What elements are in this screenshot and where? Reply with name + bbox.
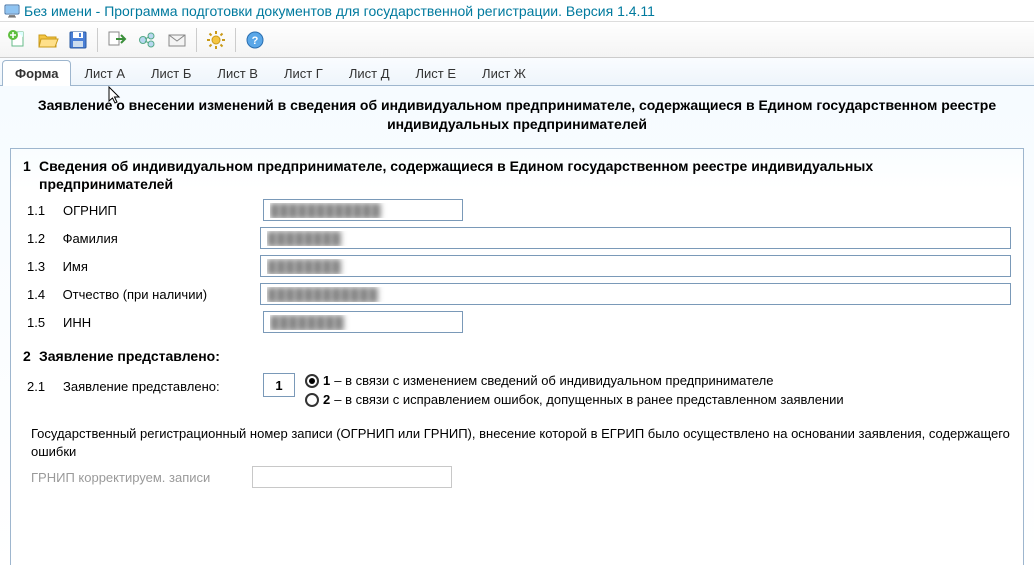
option-key: 2 <box>323 392 330 407</box>
field-label: ИНН <box>63 315 263 330</box>
field-number: 1.2 <box>27 231 63 246</box>
radio-icon <box>305 393 319 407</box>
field-ogrnip-row: 1.1 ОГРНИП <box>27 199 1011 221</box>
reason-code-box[interactable]: 1 <box>263 373 295 397</box>
titlebar: Без имени - Программа подготовки докумен… <box>0 0 1034 22</box>
field-number: 1.3 <box>27 259 63 274</box>
patronymic-input[interactable] <box>260 283 1011 305</box>
mail-icon <box>166 29 188 51</box>
toolbar-separator <box>97 28 98 52</box>
svg-text:?: ? <box>252 35 259 47</box>
new-file-icon <box>7 29 29 51</box>
settings-icon <box>205 29 227 51</box>
field-label: Фамилия <box>63 231 261 246</box>
field-label: Отчество (при наличии) <box>63 287 261 302</box>
application-reason-row: 2.1 Заявление представлено: 1 1 – в связ… <box>27 373 1011 407</box>
radio-icon <box>305 374 319 388</box>
tab-list-e[interactable]: Лист Е <box>403 60 470 86</box>
toolbar-separator <box>235 28 236 52</box>
toolbar: ? <box>0 22 1034 58</box>
mail-button[interactable] <box>163 26 191 54</box>
field-number: 1.5 <box>27 315 63 330</box>
section-2-header: 2 Заявление представлено: <box>23 347 1011 365</box>
section-title: Сведения об индивидуальном предпринимате… <box>39 157 1011 193</box>
grnip-note: Государственный регистрационный номер за… <box>31 425 1011 460</box>
tab-forma[interactable]: Форма <box>2 60 71 86</box>
send-icon <box>136 29 158 51</box>
section-number: 1 <box>23 157 39 193</box>
app-monitor-icon <box>4 3 20 19</box>
field-number: 1.4 <box>27 287 63 302</box>
section-title: Заявление представлено: <box>39 347 1011 365</box>
tab-list-g[interactable]: Лист Г <box>271 60 336 86</box>
ogrnip-input[interactable] <box>263 199 463 221</box>
save-icon <box>67 29 89 51</box>
tab-label: Лист Б <box>151 66 191 81</box>
firstname-input[interactable] <box>260 255 1011 277</box>
section-1-header: 1 Сведения об индивидуальном предпринима… <box>23 157 1011 193</box>
reason-option-2[interactable]: 2 – в связи с исправлением ошибок, допущ… <box>305 392 844 407</box>
grnip-disabled-label: ГРНИП корректируем. записи <box>31 470 210 485</box>
field-label: ОГРНИП <box>63 203 263 218</box>
tab-list-d[interactable]: Лист Д <box>336 60 403 86</box>
save-button[interactable] <box>64 26 92 54</box>
tab-label: Лист А <box>84 66 125 81</box>
app-window: Без имени - Программа подготовки докумен… <box>0 0 1034 565</box>
toolbar-separator <box>196 28 197 52</box>
window-title: Без имени - Программа подготовки докумен… <box>24 3 655 19</box>
tab-list-b[interactable]: Лист Б <box>138 60 204 86</box>
tab-label: Лист Д <box>349 66 390 81</box>
tab-list-zh[interactable]: Лист Ж <box>469 60 539 86</box>
field-imya-row: 1.3 Имя <box>27 255 1011 277</box>
open-folder-icon <box>37 29 59 51</box>
grnip-disabled-row: ГРНИП корректируем. записи <box>23 466 1011 488</box>
field-inn-row: 1.5 ИНН <box>27 311 1011 333</box>
tab-label: Форма <box>15 66 58 81</box>
open-button[interactable] <box>34 26 62 54</box>
new-file-button[interactable] <box>4 26 32 54</box>
tab-label: Лист Е <box>416 66 457 81</box>
tab-list-a[interactable]: Лист А <box>71 60 138 86</box>
export-button[interactable] <box>103 26 131 54</box>
option-key: 1 <box>323 373 330 388</box>
form-header: Заявление о внесении изменений в сведени… <box>10 92 1024 148</box>
tab-label: Лист В <box>217 66 258 81</box>
help-button[interactable]: ? <box>241 26 269 54</box>
settings-button[interactable] <box>202 26 230 54</box>
tab-label: Лист Ж <box>482 66 526 81</box>
field-number: 1.1 <box>27 203 63 218</box>
send-button[interactable] <box>133 26 161 54</box>
inn-input[interactable] <box>263 311 463 333</box>
section-number: 2 <box>23 347 39 365</box>
reason-option-1[interactable]: 1 – в связи с изменением сведений об инд… <box>305 373 844 388</box>
form-panel: 1 Сведения об индивидуальном предпринима… <box>10 148 1024 565</box>
grnip-input <box>252 466 452 488</box>
content-area: Заявление о внесении изменений в сведени… <box>0 86 1034 565</box>
tab-label: Лист Г <box>284 66 323 81</box>
tab-list-v[interactable]: Лист В <box>204 60 271 86</box>
lastname-input[interactable] <box>260 227 1011 249</box>
option-label: – в связи с исправлением ошибок, допущен… <box>334 392 843 407</box>
help-icon: ? <box>244 29 266 51</box>
field-label: Заявление представлено: <box>63 373 263 394</box>
export-icon <box>106 29 128 51</box>
field-label: Имя <box>63 259 261 274</box>
field-familia-row: 1.2 Фамилия <box>27 227 1011 249</box>
reason-radio-group: 1 – в связи с изменением сведений об инд… <box>305 373 844 407</box>
field-otchestvo-row: 1.4 Отчество (при наличии) <box>27 283 1011 305</box>
option-label: – в связи с изменением сведений об индив… <box>334 373 773 388</box>
field-number: 2.1 <box>27 373 63 394</box>
tab-bar: Форма Лист А Лист Б Лист В Лист Г Лист Д… <box>0 58 1034 86</box>
